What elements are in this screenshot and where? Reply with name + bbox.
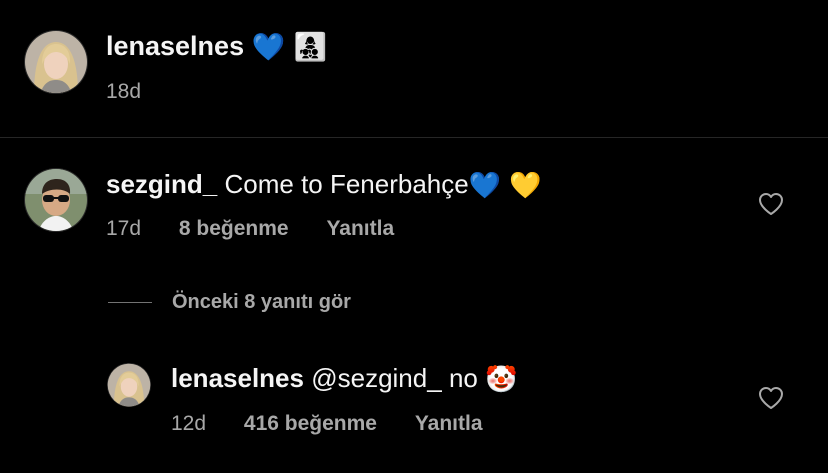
- comment-item: sezgind_ Come to Fenerbahçe💙 💛 17d 8 beğ…: [0, 160, 828, 250]
- view-previous-replies-button[interactable]: Önceki 8 yanıtı gör: [108, 288, 351, 316]
- avatar-lena-image: [107, 363, 151, 407]
- comment-likes-button[interactable]: 8 beğenme: [179, 217, 289, 240]
- comment-timestamp: 17d: [106, 217, 142, 240]
- caption-text-line: lenaselnes 💙 👩‍👧‍👦: [106, 28, 327, 66]
- comment-avatar[interactable]: [24, 168, 88, 232]
- reply-avatar[interactable]: [107, 363, 151, 407]
- reply-username[interactable]: lenaselnes: [171, 363, 304, 393]
- caption-timestamp: 18d: [106, 80, 142, 103]
- comment-username[interactable]: sezgind_: [106, 169, 217, 199]
- view-previous-replies-label: Önceki 8 yanıtı gör: [172, 290, 351, 313]
- comment-like-button[interactable]: [758, 192, 784, 216]
- heart-outline-icon: [759, 387, 783, 409]
- reply-emoji: 🤡: [485, 365, 518, 396]
- avatar-lena-image: [24, 30, 88, 94]
- caption-username[interactable]: lenaselnes: [106, 31, 244, 61]
- comment-text-line: sezgind_ Come to Fenerbahçe💙 💛: [106, 166, 542, 204]
- heart-outline-icon: [759, 193, 783, 215]
- reply-reply-button[interactable]: Yanıtla: [415, 412, 483, 435]
- avatar-sezgin-image: [24, 168, 88, 232]
- reply-mention-link[interactable]: @sezgind_: [311, 363, 441, 393]
- reply-text: no: [448, 363, 478, 393]
- post-caption: lenaselnes 💙 👩‍👧‍👦 18d: [0, 0, 828, 137]
- comment-text: Come to Fenerbahçe: [224, 169, 469, 199]
- reply-item: lenaselnes @sezgind_ no 🤡 12d 416 beğenm…: [0, 356, 828, 456]
- reply-meta: 12d 416 beğenme Yanıtla: [171, 412, 515, 436]
- caption-avatar[interactable]: [24, 30, 88, 94]
- reply-likes-button[interactable]: 416 beğenme: [244, 412, 377, 435]
- reply-like-button[interactable]: [758, 386, 784, 410]
- comment-meta: 17d 8 beğenme Yanıtla: [106, 217, 426, 241]
- caption-emojis: 💙 👩‍👧‍👦: [251, 31, 328, 63]
- replies-divider-line: [108, 301, 152, 303]
- section-divider: [0, 137, 828, 138]
- comment-emojis: 💙 💛: [468, 171, 542, 202]
- reply-text-line: lenaselnes @sezgind_ no 🤡: [171, 360, 517, 398]
- reply-timestamp: 12d: [171, 412, 207, 435]
- comment-reply-button[interactable]: Yanıtla: [326, 217, 394, 240]
